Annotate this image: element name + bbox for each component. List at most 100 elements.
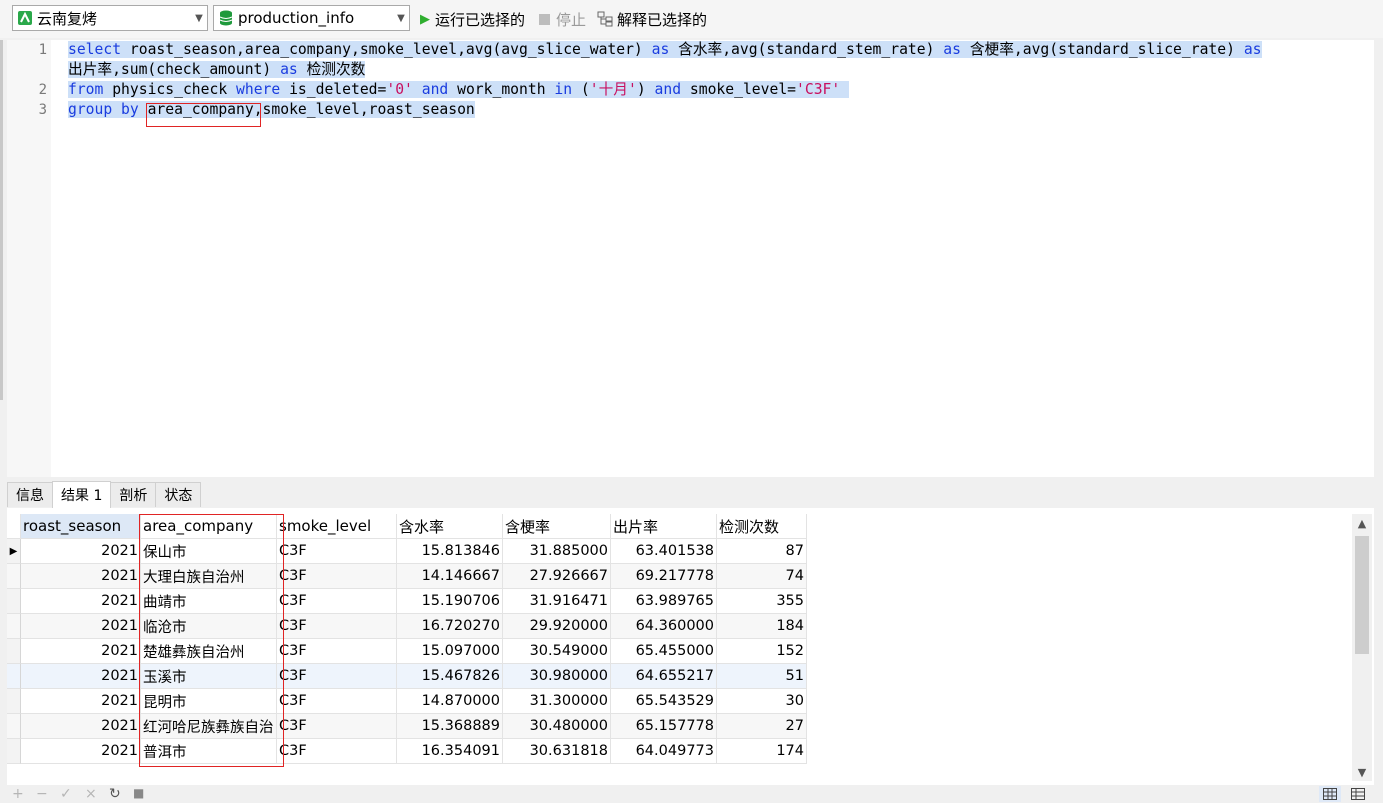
table-cell[interactable]: C3F	[277, 664, 397, 689]
tab-status[interactable]: 状态	[155, 482, 202, 507]
table-row[interactable]: 2021 玉溪市 C3F 15.467826 30.980000 64.655217 51	[7, 664, 807, 689]
table-cell[interactable]: 174	[717, 739, 807, 764]
table-cell[interactable]: 2021	[21, 539, 141, 564]
column-header[interactable]: smoke_level	[277, 514, 397, 539]
table-cell[interactable]: 2021	[21, 614, 141, 639]
table-cell[interactable]: 184	[717, 614, 807, 639]
column-header[interactable]: 出片率	[611, 514, 717, 539]
sql-editor[interactable]: 1 2 3 select roast_season,area_company,s…	[7, 40, 1374, 477]
column-header[interactable]: 检测次数	[717, 514, 807, 539]
table-cell[interactable]: 355	[717, 589, 807, 614]
table-cell[interactable]: 65.543529	[611, 689, 717, 714]
table-cell[interactable]: 15.467826	[397, 664, 503, 689]
table-cell[interactable]: 31.916471	[503, 589, 611, 614]
table-cell[interactable]: 14.146667	[397, 564, 503, 589]
table-cell[interactable]: 29.920000	[503, 614, 611, 639]
refresh-icon[interactable]: ↻	[109, 786, 121, 802]
table-cell[interactable]: 31.885000	[503, 539, 611, 564]
table-row[interactable]: 2021 普洱市 C3F 16.354091 30.631818 64.049773 174	[7, 739, 807, 764]
table-cell[interactable]: 63.401538	[611, 539, 717, 564]
table-cell[interactable]: 27.926667	[503, 564, 611, 589]
column-header[interactable]: area_company	[141, 514, 277, 539]
tab-result-1[interactable]: 结果 1	[52, 481, 112, 508]
table-cell[interactable]: 保山市	[141, 539, 277, 564]
grid-view-icon[interactable]	[1319, 786, 1341, 802]
table-cell[interactable]: 27	[717, 714, 807, 739]
table-row[interactable]: 2021 昆明市 C3F 14.870000 31.300000 65.543529 30	[7, 689, 807, 714]
table-cell[interactable]: 87	[717, 539, 807, 564]
table-cell[interactable]: 63.989765	[611, 589, 717, 614]
table-cell[interactable]: 15.368889	[397, 714, 503, 739]
row-indicator[interactable]	[7, 664, 21, 689]
result-grid[interactable]: roast_season area_company smoke_level 含水率 含梗…	[7, 508, 1374, 785]
table-cell[interactable]: C3F	[277, 639, 397, 664]
table-cell[interactable]: 65.157778	[611, 714, 717, 739]
column-header[interactable]: 含水率	[397, 514, 503, 539]
column-header[interactable]: 含梗率	[503, 514, 611, 539]
row-indicator[interactable]	[7, 689, 21, 714]
table-cell[interactable]: 14.870000	[397, 689, 503, 714]
sql-code[interactable]: select roast_season,area_company,smoke_l…	[68, 40, 1262, 120]
table-cell[interactable]: 16.720270	[397, 614, 503, 639]
table-cell[interactable]: 69.217778	[611, 564, 717, 589]
table-cell[interactable]: 玉溪市	[141, 664, 277, 689]
table-cell[interactable]: 15.813846	[397, 539, 503, 564]
row-indicator[interactable]	[7, 589, 21, 614]
table-cell[interactable]: C3F	[277, 564, 397, 589]
delete-row-icon[interactable]: −	[36, 786, 48, 802]
scroll-down-icon[interactable]: ▼	[1352, 763, 1372, 781]
row-indicator[interactable]	[7, 714, 21, 739]
table-cell[interactable]: 2021	[21, 564, 141, 589]
row-indicator[interactable]	[7, 614, 21, 639]
scrollbar-thumb[interactable]	[1355, 536, 1369, 654]
table-cell[interactable]: 2021	[21, 689, 141, 714]
table-cell[interactable]: 2021	[21, 739, 141, 764]
table-cell[interactable]: 31.300000	[503, 689, 611, 714]
tab-info[interactable]: 信息	[7, 482, 53, 507]
table-row[interactable]: 2021 红河哈尼族彝族自治 C3F 15.368889 30.480000 65.157…	[7, 714, 807, 739]
form-view-icon[interactable]	[1347, 786, 1369, 802]
table-cell[interactable]: 普洱市	[141, 739, 277, 764]
row-indicator[interactable]	[7, 564, 21, 589]
table-cell[interactable]: 2021	[21, 714, 141, 739]
table-cell[interactable]: 152	[717, 639, 807, 664]
table-cell[interactable]: C3F	[277, 539, 397, 564]
table-cell[interactable]: 2021	[21, 589, 141, 614]
table-cell[interactable]: 曲靖市	[141, 589, 277, 614]
table-cell[interactable]: 楚雄彝族自治州	[141, 639, 277, 664]
table-cell[interactable]: 15.097000	[397, 639, 503, 664]
table-cell[interactable]: 74	[717, 564, 807, 589]
table-cell[interactable]: 临沧市	[141, 614, 277, 639]
vertical-scrollbar[interactable]: ▲ ▼	[1352, 514, 1372, 781]
table-cell[interactable]: 64.360000	[611, 614, 717, 639]
table-cell[interactable]: C3F	[277, 739, 397, 764]
table-row[interactable]: 2021 楚雄彝族自治州 C3F 15.097000 30.549000 65.45500…	[7, 639, 807, 664]
row-indicator[interactable]	[7, 639, 21, 664]
table-cell[interactable]: 65.455000	[611, 639, 717, 664]
discard-icon[interactable]: ×	[85, 786, 97, 802]
stop-fetch-icon[interactable]: ■	[133, 786, 144, 800]
table-cell[interactable]: 16.354091	[397, 739, 503, 764]
table-cell[interactable]: 红河哈尼族彝族自治	[141, 714, 277, 739]
connection-select[interactable]: 云南复烤 ▼	[12, 5, 208, 31]
row-indicator[interactable]: ▶	[7, 539, 21, 564]
add-row-icon[interactable]: +	[12, 786, 24, 802]
table-cell[interactable]: 30.631818	[503, 739, 611, 764]
left-splitter[interactable]	[0, 40, 3, 400]
row-indicator[interactable]	[7, 739, 21, 764]
table-cell[interactable]: 2021	[21, 664, 141, 689]
stop-button[interactable]: 停止	[539, 8, 586, 30]
table-cell[interactable]: C3F	[277, 589, 397, 614]
table-cell[interactable]: 51	[717, 664, 807, 689]
column-header[interactable]: roast_season	[21, 514, 141, 539]
table-row[interactable]: 2021 大理白族自治州 C3F 14.146667 27.926667 69.21777…	[7, 564, 807, 589]
table-cell[interactable]: C3F	[277, 614, 397, 639]
table-cell[interactable]: 15.190706	[397, 589, 503, 614]
table-cell[interactable]: C3F	[277, 714, 397, 739]
table-cell[interactable]: 大理白族自治州	[141, 564, 277, 589]
table-cell[interactable]: C3F	[277, 689, 397, 714]
table-row[interactable]: 2021 曲靖市 C3F 15.190706 31.916471 63.989765 355	[7, 589, 807, 614]
table-cell[interactable]: 昆明市	[141, 689, 277, 714]
table-cell[interactable]: 2021	[21, 639, 141, 664]
apply-icon[interactable]: ✓	[60, 786, 72, 802]
